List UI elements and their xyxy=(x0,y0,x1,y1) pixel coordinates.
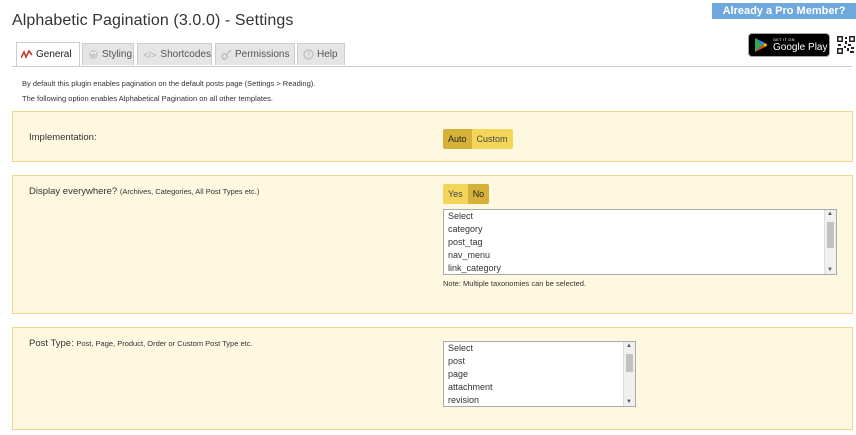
settings-tabs: General Styling </> Shortcodes Permissio… xyxy=(12,42,852,67)
tab-styling[interactable]: Styling xyxy=(82,43,134,65)
list-item[interactable]: revision xyxy=(444,394,635,406)
display-everywhere-toggle: Yes No xyxy=(443,184,490,204)
display-everywhere-label: Display everywhere? (Archives, Categorie… xyxy=(29,186,259,197)
tab-label: General xyxy=(36,49,72,60)
list-item[interactable]: attachment xyxy=(444,381,635,394)
taxonomy-note: Note: Multiple taxonomies can be selecte… xyxy=(443,279,586,288)
tab-permissions[interactable]: Permissions xyxy=(215,43,295,65)
tab-label: Permissions xyxy=(235,49,290,60)
list-item[interactable]: link_category xyxy=(444,262,836,274)
display-everywhere-title: Display everywhere? xyxy=(29,186,118,197)
implementation-label: Implementation: xyxy=(29,132,97,143)
scroll-up-icon[interactable]: ▲ xyxy=(626,343,632,349)
tab-shortcodes[interactable]: </> Shortcodes xyxy=(137,43,212,65)
post-type-select[interactable]: Select post page attachment revision ▲ ▼ xyxy=(443,341,636,407)
key-icon xyxy=(220,49,232,61)
scroll-thumb[interactable] xyxy=(626,354,633,372)
list-item[interactable]: category xyxy=(444,223,836,236)
help-icon: ? xyxy=(302,49,314,61)
auto-option[interactable]: Auto xyxy=(443,129,472,149)
intro-text-2: The following option enables Alphabetica… xyxy=(22,94,274,103)
post-type-panel: Post Type: Post, Page, Product, Order or… xyxy=(12,327,853,430)
tab-label: Shortcodes xyxy=(160,49,211,60)
display-everywhere-panel: Display everywhere? (Archives, Categorie… xyxy=(12,175,853,314)
scroll-up-icon[interactable]: ▲ xyxy=(827,211,833,217)
intro-text-1: By default this plugin enables paginatio… xyxy=(22,79,316,88)
list-item[interactable]: post_tag xyxy=(444,236,836,249)
post-type-title: Post Type: xyxy=(29,338,74,349)
implementation-panel: Implementation: Auto Custom xyxy=(12,111,853,162)
code-icon: </> xyxy=(143,49,157,60)
yes-option[interactable]: Yes xyxy=(443,184,468,204)
post-type-scrollbar[interactable]: ▲ ▼ xyxy=(623,342,635,406)
tab-help[interactable]: ? Help xyxy=(297,43,345,65)
list-item[interactable]: Select xyxy=(444,210,836,223)
taxonomy-scrollbar[interactable]: ▲ ▼ xyxy=(824,210,836,274)
custom-option[interactable]: Custom xyxy=(472,129,513,149)
page-title: Alphabetic Pagination (3.0.0) - Settings xyxy=(12,12,294,29)
taxonomy-select[interactable]: Select category post_tag nav_menu link_c… xyxy=(443,209,837,275)
tab-label: Styling xyxy=(102,49,133,60)
no-option[interactable]: No xyxy=(467,184,490,204)
list-item[interactable]: post xyxy=(444,355,635,368)
pro-member-link[interactable]: Already a Pro Member? xyxy=(712,3,856,19)
scroll-down-icon[interactable]: ▼ xyxy=(626,399,632,405)
plugin-logo-icon xyxy=(21,49,33,61)
svg-text:?: ? xyxy=(306,51,310,59)
display-everywhere-hint: (Archives, Categories, All Post Types et… xyxy=(119,187,260,196)
list-item[interactable]: nav_menu xyxy=(444,249,836,262)
list-item[interactable]: page xyxy=(444,368,635,381)
palette-icon xyxy=(87,49,99,61)
list-item[interactable]: Select xyxy=(444,342,635,355)
scroll-down-icon[interactable]: ▼ xyxy=(827,267,833,273)
implementation-toggle: Auto Custom xyxy=(443,129,513,149)
post-type-label: Post Type: Post, Page, Product, Order or… xyxy=(29,338,253,349)
tab-label: Help xyxy=(317,49,338,60)
scroll-thumb[interactable] xyxy=(827,222,834,248)
post-type-hint: Post, Page, Product, Order or Custom Pos… xyxy=(76,339,253,348)
tab-general[interactable]: General xyxy=(16,42,80,66)
